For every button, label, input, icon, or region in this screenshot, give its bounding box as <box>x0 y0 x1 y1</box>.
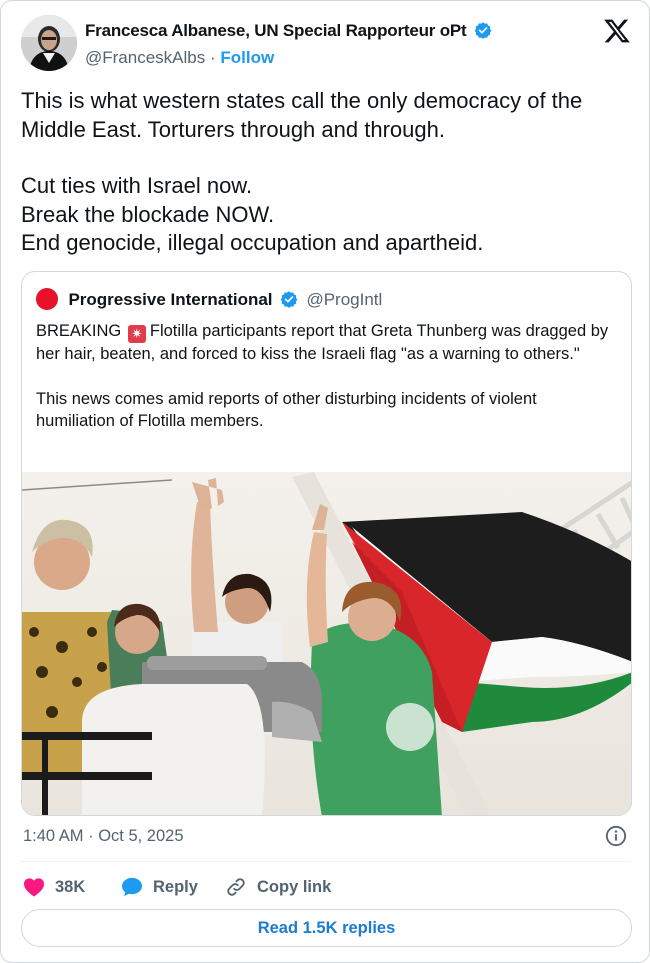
info-icon[interactable] <box>605 825 627 847</box>
tweet-timestamp[interactable]: 1:40 AM · Oct 5, 2025 <box>23 827 184 846</box>
author-handle[interactable]: @FranceskAlbs <box>85 48 205 67</box>
quoted-paragraph-2: This news comes amid reports of other di… <box>36 389 537 431</box>
read-replies-button[interactable]: Read 1.5K replies <box>21 909 632 947</box>
like-button[interactable]: 38K <box>23 873 85 901</box>
author-name[interactable]: Francesca Albanese, UN Special Rapporteu… <box>85 21 492 41</box>
action-bar: 38K Reply Copy link <box>23 873 623 901</box>
tweet-header: Francesca Albanese, UN Special Rapporteu… <box>21 15 633 73</box>
breaking-label: BREAKING <box>36 322 122 340</box>
quoted-avatar[interactable] <box>36 288 58 310</box>
copy-link-label: Copy link <box>257 877 332 896</box>
reply-label: Reply <box>153 877 198 896</box>
tweet-card: Francesca Albanese, UN Special Rapporteu… <box>0 0 650 963</box>
tweet-paragraph-2: Cut ties with Israel now. Break the bloc… <box>21 173 484 255</box>
quoted-author-handle[interactable]: @ProgIntl <box>306 290 382 309</box>
quoted-header: Progressive International @ProgIntl <box>36 288 382 312</box>
x-logo-icon[interactable] <box>603 17 631 45</box>
heart-icon <box>24 878 44 897</box>
quoted-photo[interactable] <box>22 472 632 816</box>
follow-button[interactable]: Follow <box>220 48 274 67</box>
tweet-paragraph-1: This is what western states call the onl… <box>21 88 583 142</box>
author-name-text: Francesca Albanese, UN Special Rapporteu… <box>85 21 467 40</box>
speech-bubble-icon <box>122 877 142 897</box>
quoted-paragraph-1: BREAKING ✷ Flotilla participants report t… <box>36 320 616 366</box>
like-count: 38K <box>55 877 86 896</box>
divider <box>21 861 631 862</box>
tweet-text: This is what western states call the onl… <box>21 87 633 258</box>
link-icon <box>227 878 245 896</box>
author-handle-row: @FranceskAlbs · Follow <box>85 48 274 68</box>
copy-link-button[interactable]: Copy link <box>225 873 331 901</box>
reply-button[interactable]: Reply <box>121 873 198 901</box>
verified-badge-icon <box>474 22 492 39</box>
verified-badge-icon <box>280 291 298 308</box>
avatar[interactable] <box>21 15 77 71</box>
quoted-paragraph-1-rest: Flotilla participants report that Greta … <box>36 322 609 363</box>
quoted-author-name[interactable]: Progressive International <box>68 290 272 309</box>
quoted-text: BREAKING ✷ Flotilla participants report t… <box>36 320 616 433</box>
quoted-tweet[interactable]: Progressive International @ProgIntl BREA… <box>21 271 632 816</box>
handle-separator: · <box>209 48 216 67</box>
siren-icon: ✷ <box>127 325 146 343</box>
